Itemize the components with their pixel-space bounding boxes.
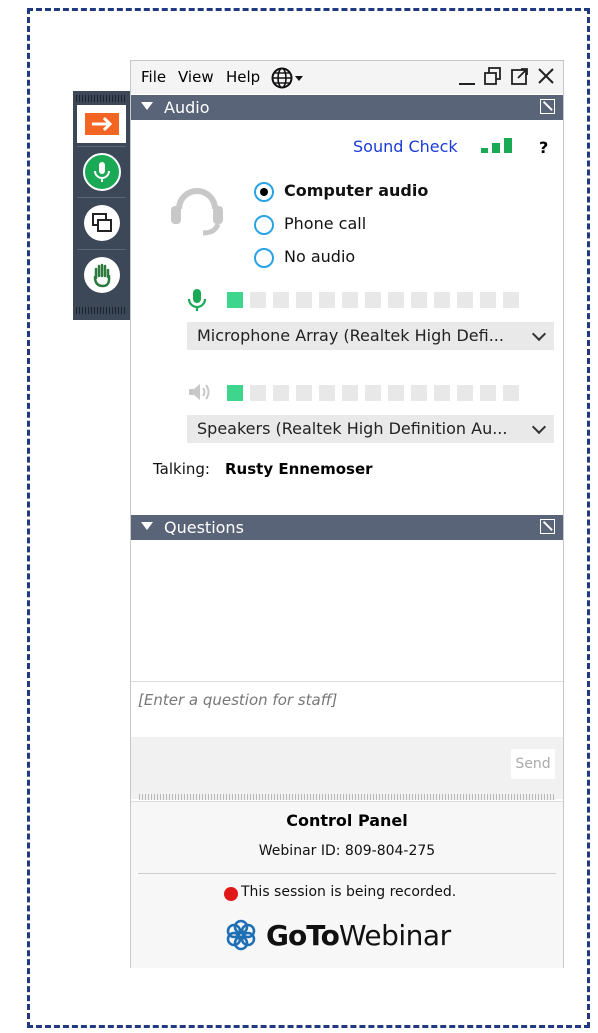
arrow-right-icon [84,113,119,135]
control-panel-title: Control Panel [286,811,408,830]
screen-share-icon [83,204,120,241]
resize-grip[interactable] [139,794,555,800]
level-cell [457,292,473,308]
popout-section-icon[interactable] [540,99,555,114]
level-cell [434,385,450,401]
panel-footer: Control Panel Webinar ID: 809-804-275 Th… [131,801,563,968]
audio-section-title: Audio [164,98,210,117]
level-cell [227,385,243,401]
divider [138,873,556,874]
level-cell [388,292,404,308]
microphone-device-select[interactable]: Microphone Array (Realtek High Defi... [187,322,554,350]
toolbar-grip-top[interactable] [76,95,127,102]
hand-icon [83,256,120,293]
sound-check-link[interactable]: Sound Check [353,137,458,156]
level-cell [250,292,266,308]
menu-bar: File View Help [131,61,563,94]
level-cell [273,385,289,401]
level-cell [388,385,404,401]
language-menu[interactable] [271,67,305,93]
radio-no-audio[interactable] [254,248,274,268]
speaker-device-select[interactable]: Speakers (Realtek High Definition Au... [187,415,554,443]
send-button[interactable]: Send [511,749,555,779]
gotowebinar-logo: GoTo Webinar [224,918,451,952]
minimize-icon [459,83,475,85]
restore-button[interactable] [484,67,502,90]
toolbar-grip-bottom[interactable] [76,307,127,314]
recording-dot-icon [224,887,238,901]
chevron-down-icon [531,326,547,342]
level-cell [342,292,358,308]
level-cell [480,292,496,308]
questions-section-title: Questions [164,518,244,537]
menu-file[interactable]: File [141,68,166,86]
menu-view[interactable]: View [178,68,214,86]
computer-audio-label[interactable]: Computer audio [284,181,428,200]
level-cell [296,385,312,401]
level-cell [273,292,289,308]
collapse-triangle-icon [141,102,153,110]
phone-call-label[interactable]: Phone call [284,214,366,233]
recording-notice: This session is being recorded. [241,884,457,900]
collapse-triangle-icon [141,522,153,530]
restore-icon [484,67,501,85]
speaker-level-icon [189,384,210,400]
logo-webinar-text: Webinar [338,918,451,952]
send-area: Send [131,737,563,799]
close-button[interactable] [537,67,555,90]
radio-computer-audio[interactable] [254,182,274,202]
level-cell [365,292,381,308]
popout-button[interactable] [511,67,529,90]
screen-share-button[interactable] [77,198,126,247]
popout-section-icon[interactable] [540,519,555,534]
questions-section-header[interactable]: Questions [131,515,563,540]
level-cell [503,385,519,401]
close-icon [538,68,554,84]
level-cell [319,385,335,401]
level-cell [319,292,335,308]
microphone-device-value: Microphone Array (Realtek High Defi... [197,326,504,345]
speaker-device-value: Speakers (Realtek High Definition Au... [197,419,508,438]
level-cell [342,385,358,401]
control-panel: File View Help Audio Sound Check ? Compu… [130,60,564,968]
no-audio-label[interactable]: No audio [284,247,355,266]
audio-button[interactable] [77,147,126,196]
level-cell [227,292,243,308]
question-placeholder: [Enter a question for staff] [138,691,338,709]
collapse-button[interactable] [77,105,126,143]
talking-label: Talking: [153,460,210,478]
level-cell [411,292,427,308]
talking-name: Rusty Ennemoser [225,460,373,478]
level-cell [365,385,381,401]
audio-section-header[interactable]: Audio [131,95,563,120]
level-cell [411,385,427,401]
gotowebinar-flower-icon [226,919,256,951]
level-cell [503,292,519,308]
logo-goto-text: GoTo [266,918,340,952]
chevron-down-icon [531,419,547,435]
minimize-button[interactable] [458,64,476,93]
side-toolbar [73,91,130,320]
questions-log [131,541,563,680]
level-cell [434,292,450,308]
headset-icon [171,188,223,236]
radio-phone-call[interactable] [254,215,274,235]
level-cell [250,385,266,401]
question-input[interactable]: [Enter a question for staff] [131,681,563,738]
microphone-level-icon [187,289,207,311]
level-cell [457,385,473,401]
globe-icon [271,67,303,89]
level-cell [296,292,312,308]
menu-help[interactable]: Help [226,68,260,86]
raise-hand-button[interactable] [77,250,126,299]
webinar-id: Webinar ID: 809-804-275 [258,843,436,859]
popout-icon [511,68,528,85]
level-cell [480,385,496,401]
microphone-icon [82,152,121,191]
audio-help-button[interactable]: ? [539,138,548,157]
